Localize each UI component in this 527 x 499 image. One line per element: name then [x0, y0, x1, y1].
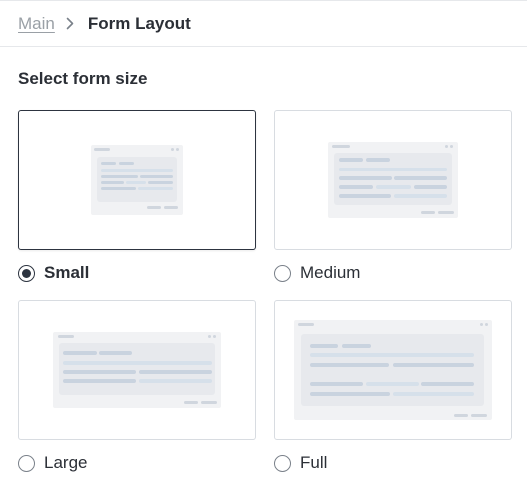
radio-large[interactable]	[18, 454, 35, 472]
form-size-option-full: Full	[274, 300, 512, 473]
form-size-option-medium: Medium	[274, 110, 512, 283]
radio-row-small[interactable]: Small	[18, 263, 256, 283]
form-size-option-small: Small	[18, 110, 256, 283]
radio-label-small: Small	[44, 263, 90, 282]
form-size-card-large[interactable]	[18, 300, 256, 440]
radio-label-medium: Medium	[300, 263, 361, 282]
form-size-card-full[interactable]	[274, 300, 512, 440]
breadcrumb-link-main[interactable]: Main	[18, 14, 55, 34]
radio-small[interactable]	[18, 264, 35, 282]
radio-row-full[interactable]: Full	[274, 453, 512, 473]
radio-medium[interactable]	[274, 264, 291, 282]
radio-selected-dot	[22, 268, 31, 278]
radio-label-full: Full	[300, 453, 328, 472]
full-form-preview-icon	[294, 320, 492, 420]
section-title: Select form size	[18, 69, 148, 88]
form-size-card-small[interactable]	[18, 110, 256, 250]
form-size-option-large: Large	[18, 300, 256, 473]
small-form-preview-icon	[91, 145, 183, 215]
chevron-right-icon	[66, 17, 76, 31]
radio-full[interactable]	[274, 454, 291, 472]
form-size-card-medium[interactable]	[274, 110, 512, 250]
radio-label-large: Large	[44, 453, 88, 472]
breadcrumb-current: Form Layout	[87, 13, 191, 33]
radio-row-medium[interactable]: Medium	[274, 263, 512, 283]
breadcrumb: Main Form Layout	[0, 0, 527, 47]
large-form-preview-icon	[53, 332, 221, 408]
radio-row-large[interactable]: Large	[18, 453, 256, 473]
medium-form-preview-icon	[328, 142, 458, 218]
